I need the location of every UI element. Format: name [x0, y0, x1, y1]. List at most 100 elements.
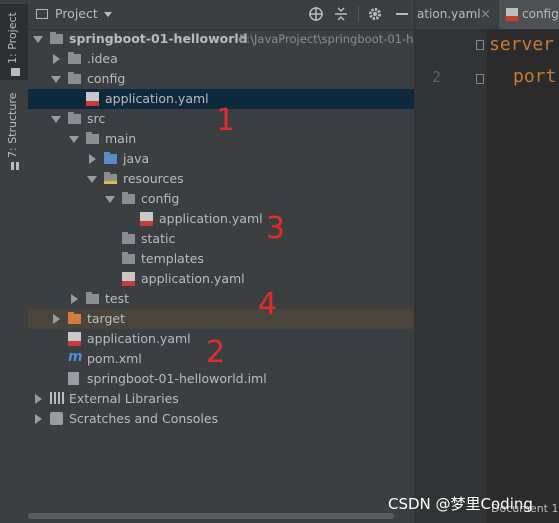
tree-item-label: templates: [141, 251, 204, 266]
tree-row[interactable]: test: [28, 289, 414, 309]
code-line-1[interactable]: server: [489, 34, 554, 55]
tree-row[interactable]: templates: [28, 249, 414, 269]
tree-row[interactable]: application.yaml: [28, 209, 414, 229]
project-view-icon: [36, 9, 48, 19]
tree-row[interactable]: config: [28, 189, 414, 209]
structure-icon: [11, 162, 20, 170]
project-tool-tab[interactable]: 1: Project: [0, 4, 28, 80]
tree-item-label: springboot-01-helloworld: [69, 31, 248, 46]
tab-config[interactable]: config: [499, 0, 559, 29]
yaml-file-icon: [140, 212, 153, 226]
tree-item-label: static: [141, 231, 176, 246]
structure-tool-tab[interactable]: 7: Structure: [0, 92, 28, 176]
maven-icon: m: [68, 349, 83, 365]
tree-row[interactable]: springboot-01-helloworld.iml: [28, 369, 414, 389]
source-folder-icon: [104, 152, 117, 164]
collapse-all-icon[interactable]: [333, 6, 349, 22]
fold-marker[interactable]: [476, 74, 484, 84]
tree-item-label: External Libraries: [69, 391, 179, 406]
annotation-2: 2: [206, 335, 226, 370]
tree-item-label: resources: [123, 171, 184, 186]
tree-row[interactable]: springboot-01-helloworld E:\JavaProject\s…: [28, 29, 414, 49]
folder-icon: [122, 232, 135, 244]
tree-row[interactable]: java: [28, 149, 414, 169]
line-number: 2: [431, 68, 441, 86]
project-tab-label: 1: Project: [6, 12, 19, 64]
tree-item-label: application.yaml: [87, 331, 191, 346]
tree-item-label: application.yaml: [141, 271, 245, 286]
editor-area: ation.yaml × config 2 server port Docume…: [414, 0, 559, 523]
gutter: 2: [415, 30, 487, 523]
yaml-file-icon: [122, 272, 135, 286]
tree-item-label: config: [141, 191, 180, 206]
tree-item-label: springboot-01-helloworld.iml: [87, 371, 267, 386]
chevron-right-icon[interactable]: [35, 394, 42, 404]
chevron-down-icon[interactable]: [104, 12, 112, 17]
tree-row[interactable]: application.yaml: [28, 269, 414, 289]
annotation-1: 1: [216, 103, 236, 138]
tool-window-strip: 1: Project 7: Structure: [0, 0, 29, 523]
tree-row[interactable]: static: [28, 229, 414, 249]
annotation-4: 4: [258, 287, 278, 322]
tab-label: config: [522, 7, 559, 21]
chevron-down-icon[interactable]: [105, 196, 115, 203]
chevron-right-icon[interactable]: [71, 294, 78, 304]
yaml-file-icon: [68, 332, 81, 346]
panel-header: Project: [28, 0, 414, 30]
watermark: CSDN @梦里Coding: [388, 495, 533, 513]
tree-item-label: .idea: [87, 51, 118, 66]
tree-item-label: application.yaml: [159, 211, 263, 226]
module-folder-icon: [50, 32, 63, 44]
iml-file-icon: [68, 372, 79, 385]
horizontal-scrollbar[interactable]: [28, 513, 394, 519]
folder-icon: [86, 292, 99, 304]
tree-item-label: pom.xml: [87, 351, 142, 366]
tree-item-label: java: [123, 151, 150, 166]
tree-item-label: target: [87, 311, 126, 326]
chevron-down-icon[interactable]: [87, 176, 97, 183]
tree-item-label: test: [105, 291, 130, 306]
tree-item-label: src: [87, 111, 106, 126]
folder-icon: [68, 112, 81, 124]
locate-icon[interactable]: [308, 6, 324, 22]
chevron-right-icon[interactable]: [53, 54, 60, 64]
tree-item-label: application.yaml: [105, 91, 209, 106]
tree-row[interactable]: config: [28, 69, 414, 89]
minimize-icon[interactable]: [396, 13, 408, 15]
tree-item-label: config: [87, 71, 126, 86]
tree-row[interactable]: External Libraries: [28, 389, 414, 409]
folder-icon: [11, 68, 20, 76]
chevron-right-icon[interactable]: [53, 314, 60, 324]
editor-tabs: ation.yaml × config: [415, 0, 559, 30]
folder-icon: [122, 252, 135, 264]
tab-label: ation.yaml: [417, 7, 481, 21]
gear-icon[interactable]: [367, 6, 383, 22]
chevron-right-icon[interactable]: [35, 414, 42, 424]
fold-marker[interactable]: [476, 40, 484, 50]
tree-item-label: Scratches and Consoles: [69, 411, 219, 426]
chevron-down-icon[interactable]: [33, 36, 43, 43]
panel-title[interactable]: Project: [55, 6, 98, 21]
folder-icon: [68, 72, 81, 84]
chevron-down-icon[interactable]: [69, 136, 79, 143]
tree-item-label: main: [105, 131, 137, 146]
tree-row[interactable]: resources: [28, 169, 414, 189]
module-path: E:\JavaProject\springboot-01-helloworld: [239, 32, 414, 46]
resources-folder-icon: [104, 172, 117, 184]
scratches-icon: [50, 412, 63, 425]
yaml-file-icon: [86, 92, 99, 106]
libraries-icon: [50, 392, 64, 404]
tab-application-yaml[interactable]: ation.yaml ×: [415, 0, 495, 29]
tree-row[interactable]: Scratches and Consoles: [28, 409, 414, 429]
chevron-down-icon[interactable]: [51, 116, 61, 123]
yaml-file-icon: [506, 8, 518, 21]
code-line-2[interactable]: port: [513, 66, 556, 87]
header-divider: [358, 6, 359, 22]
close-icon[interactable]: ×: [480, 0, 491, 29]
excluded-folder-icon: [68, 312, 81, 324]
chevron-right-icon[interactable]: [89, 154, 96, 164]
chevron-down-icon[interactable]: [51, 76, 61, 83]
tree-row[interactable]: target: [28, 309, 414, 329]
folder-icon: [86, 132, 99, 144]
tree-row[interactable]: .idea: [28, 49, 414, 69]
